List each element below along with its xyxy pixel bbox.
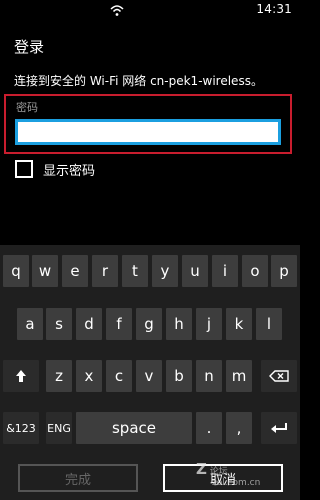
enter-icon <box>271 423 287 433</box>
key-m[interactable]: m <box>226 360 252 392</box>
password-input[interactable] <box>15 119 281 145</box>
key-n[interactable]: n <box>196 360 222 392</box>
key-t[interactable]: t <box>122 255 148 287</box>
period-key[interactable]: . <box>196 412 222 444</box>
key-r[interactable]: r <box>92 255 118 287</box>
key-b[interactable]: b <box>166 360 192 392</box>
key-l[interactable]: l <box>256 308 282 340</box>
key-k[interactable]: k <box>226 308 252 340</box>
space-key[interactable]: space <box>76 412 192 444</box>
language-key[interactable]: ENG <box>46 412 72 444</box>
backspace-icon <box>269 370 289 382</box>
key-h[interactable]: h <box>166 308 192 340</box>
status-bar: 14:31 <box>0 0 300 20</box>
key-c[interactable]: c <box>106 360 132 392</box>
key-w[interactable]: w <box>32 255 58 287</box>
key-e[interactable]: e <box>62 255 88 287</box>
clock: 14:31 <box>256 2 292 16</box>
key-z[interactable]: z <box>46 360 72 392</box>
symbols-key[interactable]: &123 <box>3 412 39 444</box>
key-y[interactable]: y <box>152 255 178 287</box>
page-title: 登录 <box>14 38 45 56</box>
password-field-group: 密码 <box>4 94 292 154</box>
key-p[interactable]: p <box>271 255 297 287</box>
comma-key[interactable]: , <box>226 412 252 444</box>
done-button[interactable]: 完成 <box>18 464 138 492</box>
password-label: 密码 <box>16 101 38 114</box>
watermark-logo: Z <box>196 460 207 478</box>
key-u[interactable]: u <box>182 255 208 287</box>
backspace-key[interactable] <box>261 360 297 392</box>
key-v[interactable]: v <box>136 360 162 392</box>
key-g[interactable]: g <box>136 308 162 340</box>
show-password-checkbox[interactable] <box>15 160 33 178</box>
key-i[interactable]: i <box>212 255 238 287</box>
key-a[interactable]: a <box>17 308 43 340</box>
wifi-icon <box>110 5 124 16</box>
key-s[interactable]: s <box>46 308 72 340</box>
show-password-label[interactable]: 显示密码 <box>43 160 95 179</box>
connect-description: 连接到安全的 Wi-Fi 网络 cn-pek1-wireless。 <box>14 74 263 88</box>
key-d[interactable]: d <box>76 308 102 340</box>
shift-key[interactable] <box>3 360 39 392</box>
key-f[interactable]: f <box>106 308 132 340</box>
enter-key[interactable] <box>261 412 297 444</box>
watermark-domain: zol.com.cn <box>212 478 261 488</box>
key-q[interactable]: q <box>3 255 29 287</box>
key-x[interactable]: x <box>76 360 102 392</box>
key-j[interactable]: j <box>196 308 222 340</box>
shift-arrow-icon <box>16 370 26 382</box>
zol-watermark: Z 论坛 zol.com.cn <box>196 460 260 488</box>
key-o[interactable]: o <box>242 255 268 287</box>
watermark-site: 论坛 <box>209 467 228 477</box>
